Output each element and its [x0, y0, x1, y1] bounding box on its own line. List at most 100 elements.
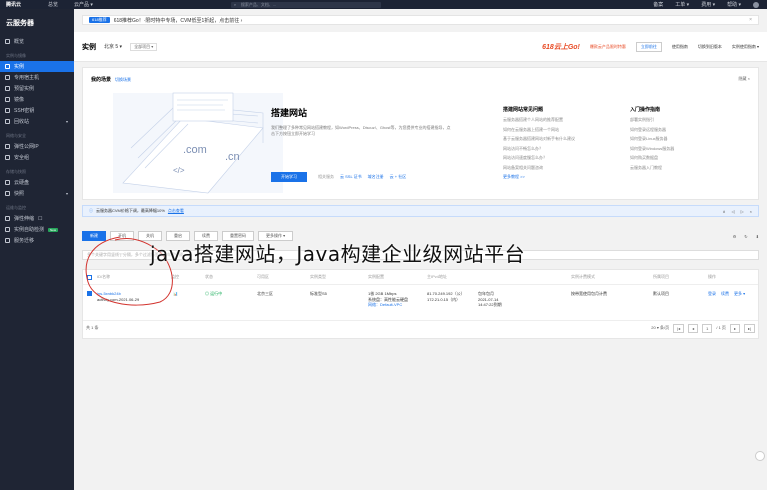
page-title: 实例 [82, 43, 96, 51]
faq-item[interactable]: 网站备案相关问题咨询 [503, 163, 575, 173]
selected-count: 共 1 条 [86, 325, 99, 330]
instance-type: 标准型S5 [310, 291, 327, 296]
nav-ticket[interactable]: 工单 ▾ [675, 1, 689, 8]
config-network[interactable]: 网络：Default-VPC [368, 302, 408, 308]
disk-icon [5, 180, 10, 185]
new-badge: New [48, 227, 59, 232]
sidebar-item-instances[interactable]: 实例 [0, 61, 74, 72]
new-instance-button[interactable]: 新建 [82, 231, 106, 241]
illus-code-label: </> [173, 166, 185, 175]
next-page-button[interactable]: ▸ [729, 323, 740, 333]
ssl-link[interactable]: 云 SSL 证书 [340, 174, 362, 180]
guide-item[interactable]: 如何购买数据盘 [630, 153, 674, 163]
global-search-input[interactable]: ⌕ 搜索产品、文档、... [230, 1, 381, 8]
refresh-icon[interactable]: ↻ [744, 234, 747, 239]
guide-item[interactable]: 部署实例指引 [630, 115, 674, 125]
last-page-button[interactable]: ▸| [743, 323, 755, 333]
faq-item[interactable]: 如何在云服务器上搭建一个网站 [503, 125, 575, 135]
nav-overview[interactable]: 总览 [40, 1, 66, 8]
promo-banner-title[interactable]: 618云上Go! [542, 42, 580, 52]
instance-name: activity.com-2021.06-29 [97, 296, 140, 302]
start-button[interactable]: 开机 [110, 231, 134, 241]
chevron-down-icon: ▾ [65, 119, 68, 124]
sidebar-item-migration[interactable]: 服务迁移 [0, 235, 74, 246]
promo-go-button[interactable]: 立即前往 [635, 41, 662, 52]
hide-card-button[interactable]: 隐藏 × [739, 76, 750, 82]
domain-link[interactable]: 域名注册 [368, 174, 384, 180]
image-icon [5, 97, 10, 102]
server-icon [5, 64, 10, 69]
shield-icon [5, 155, 10, 160]
community-link[interactable]: 云 + 社区 [390, 174, 407, 180]
collapse-icon[interactable]: ∧ [723, 209, 726, 214]
camera-icon [5, 191, 10, 196]
guide-column: 入门操作指南 部署实例指引 如何登录远程服务器 如何登录Linux服务器 如何登… [630, 106, 674, 172]
instance-guide-link[interactable]: 实例使用指南 ▾ [732, 44, 759, 50]
select-all-checkbox[interactable] [87, 274, 92, 280]
sidebar-item-overview[interactable]: 概览 [0, 36, 74, 47]
scenario-card: 我的场景 切换场景 隐藏 × .com .cn </> 搭建网站 我们整理了多种常… [82, 67, 759, 200]
migrate-icon [5, 238, 10, 243]
sidebar-item-recycle[interactable]: 回收站 ▾ [0, 116, 74, 127]
guide-item[interactable]: 如何登录Linux服务器 [630, 134, 674, 144]
faq-item[interactable]: 基于云服务器搭建网站对新手有什么建议 [503, 134, 575, 144]
private-ip: 172.21.0.15（内） [427, 296, 461, 302]
nav-billing[interactable]: 费用 ▾ [701, 1, 715, 8]
alert-link[interactable]: 点击查看 [168, 208, 184, 214]
nav-help[interactable]: 帮助 ▾ [727, 1, 741, 8]
ip-icon [5, 144, 10, 149]
sidebar-item-autoscaling[interactable]: 弹性伸缩 ☐ [0, 213, 74, 224]
sidebar-item-security-group[interactable]: 安全组 [0, 152, 74, 163]
card-title: 我的场景 切换场景 [91, 77, 132, 83]
sidebar-item-self-check[interactable]: 实例自助检测 New [0, 224, 74, 235]
sidebar-item-snapshot[interactable]: 快照 ▾ [0, 188, 74, 199]
cloud-logo[interactable]: 腾讯云 [0, 1, 40, 8]
old-version-link[interactable]: 切换到旧版本 [698, 44, 722, 50]
download-icon[interactable]: ⬇ [756, 234, 759, 239]
avatar[interactable] [753, 1, 759, 8]
sidebar-item-dedicated-host[interactable]: 专用宿主机 [0, 72, 74, 83]
monitor-icon[interactable]: 📊 [173, 291, 178, 297]
table-row[interactable]: ins-5xnbk24b activity.com-2021.06-29 📊 ◎… [83, 285, 758, 321]
switch-scenario-link[interactable]: 切换场景 [115, 77, 131, 82]
chevron-down-icon: ▾ [65, 191, 68, 196]
row-checkbox[interactable] [87, 291, 92, 296]
op-login[interactable]: 登录 [708, 291, 716, 297]
sidebar-item-images[interactable]: 镜像 [0, 94, 74, 105]
faq-item[interactable]: 网站访问不畅怎么办？ [503, 144, 575, 154]
guide-item[interactable]: 如何登录Windows服务器 [630, 144, 674, 154]
sidebar-item-cbs[interactable]: 云硬盘 [0, 177, 74, 188]
op-renew[interactable]: 续费 [721, 291, 729, 297]
usage-guide-link[interactable]: 使用指南 [672, 44, 688, 50]
guide-item[interactable]: 如何登录远程服务器 [630, 125, 674, 135]
next-icon[interactable]: ▷ [741, 209, 744, 214]
guide-item[interactable]: 云服务器入门教程 [630, 163, 674, 173]
expire-time: 14:47:22到期 [478, 302, 502, 307]
op-more[interactable]: 更多 ▾ [734, 291, 745, 297]
overlay-caption: java搭建网站，Java构建企业级网站平台 [150, 242, 526, 266]
region-select[interactable]: 北京 5 ▾ [104, 43, 122, 50]
page-size-select[interactable]: 20 ▾ 条/页 [651, 325, 669, 331]
prev-icon[interactable]: ◁ [732, 209, 735, 214]
project-select[interactable]: 全部项目 ▾ [130, 42, 158, 51]
floating-assistant-button[interactable] [755, 451, 765, 461]
nav-beian[interactable]: 备案 [653, 1, 663, 8]
sidebar-item-eip[interactable]: 弹性公网IP [0, 141, 74, 152]
more-tutorials-link[interactable]: 更多教程 >> [503, 172, 575, 182]
faq-item[interactable]: 云服务器搭建个人网站的推荐配置 [503, 115, 575, 125]
faq-item[interactable]: 网站访问速度慢怎么办？ [503, 153, 575, 163]
sidebar-item-ssh[interactable]: SSH密钥 [0, 105, 74, 116]
gear-icon[interactable]: ⚙ [733, 234, 737, 239]
page-input[interactable]: 1 [702, 323, 713, 333]
nav-products[interactable]: 云产品 ▾ [66, 1, 101, 8]
close-icon[interactable]: × [749, 17, 758, 23]
close-icon[interactable]: × [750, 209, 752, 214]
project: 默认项目 [653, 291, 669, 296]
key-icon [5, 108, 10, 113]
first-page-button[interactable]: |◂ [673, 323, 685, 333]
sidebar-item-reserved[interactable]: 预留实例 [0, 83, 74, 94]
start-learning-button[interactable]: 开始学习 [271, 172, 307, 182]
prev-page-button[interactable]: ◂ [688, 323, 699, 333]
zone: 北京三区 [257, 291, 273, 296]
promo-notice[interactable]: 618推荐 618推荐Go！·限时特中专场，CVM低至1折起，点击前往 › × [82, 15, 759, 25]
